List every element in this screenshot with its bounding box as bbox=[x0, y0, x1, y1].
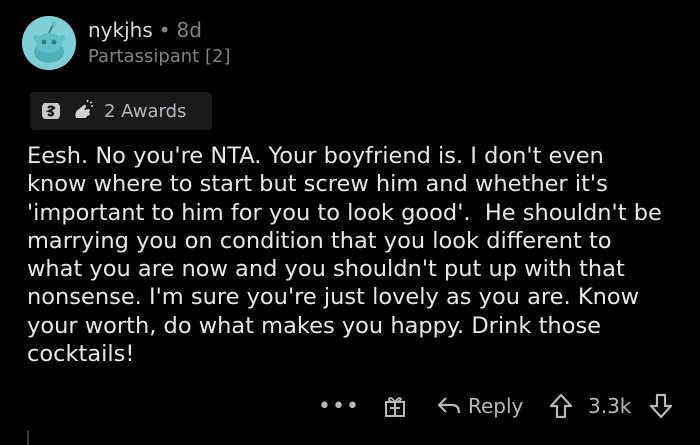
username-link[interactable]: nykjhs bbox=[88, 18, 153, 42]
more-options-button[interactable]: ••• bbox=[318, 386, 360, 426]
user-flair: Partassipant [2] bbox=[88, 46, 231, 67]
avatar[interactable] bbox=[22, 16, 76, 70]
gift-award-button[interactable] bbox=[382, 386, 408, 426]
awards-badge[interactable]: 2 Awards bbox=[30, 92, 212, 130]
reply-arrow-icon bbox=[437, 397, 461, 414]
comment-actions: ••• Reply 3.3k bbox=[0, 386, 700, 426]
downvote-arrow-icon bbox=[649, 393, 673, 419]
awards-count: 2 Awards bbox=[104, 100, 187, 122]
comment-age: 8d bbox=[176, 18, 202, 42]
upvote-arrow-icon bbox=[549, 393, 573, 419]
meta-separator: • bbox=[158, 18, 171, 42]
thread-line[interactable] bbox=[27, 430, 29, 445]
vote-score: 3.3k bbox=[588, 394, 632, 418]
upvote-button[interactable] bbox=[548, 386, 574, 426]
comment-author: nykjhs • 8d bbox=[88, 18, 202, 42]
reply-label: Reply bbox=[468, 394, 524, 418]
snoo-avatar-icon bbox=[22, 16, 76, 70]
gift-icon bbox=[385, 397, 405, 417]
reply-button[interactable]: Reply bbox=[436, 386, 523, 426]
comment-body: Eesh. No you're NTA. Your boyfriend is. … bbox=[27, 143, 662, 368]
silver-award-icon bbox=[38, 98, 64, 124]
downvote-button[interactable] bbox=[648, 386, 674, 426]
wholesome-award-icon bbox=[70, 98, 96, 124]
